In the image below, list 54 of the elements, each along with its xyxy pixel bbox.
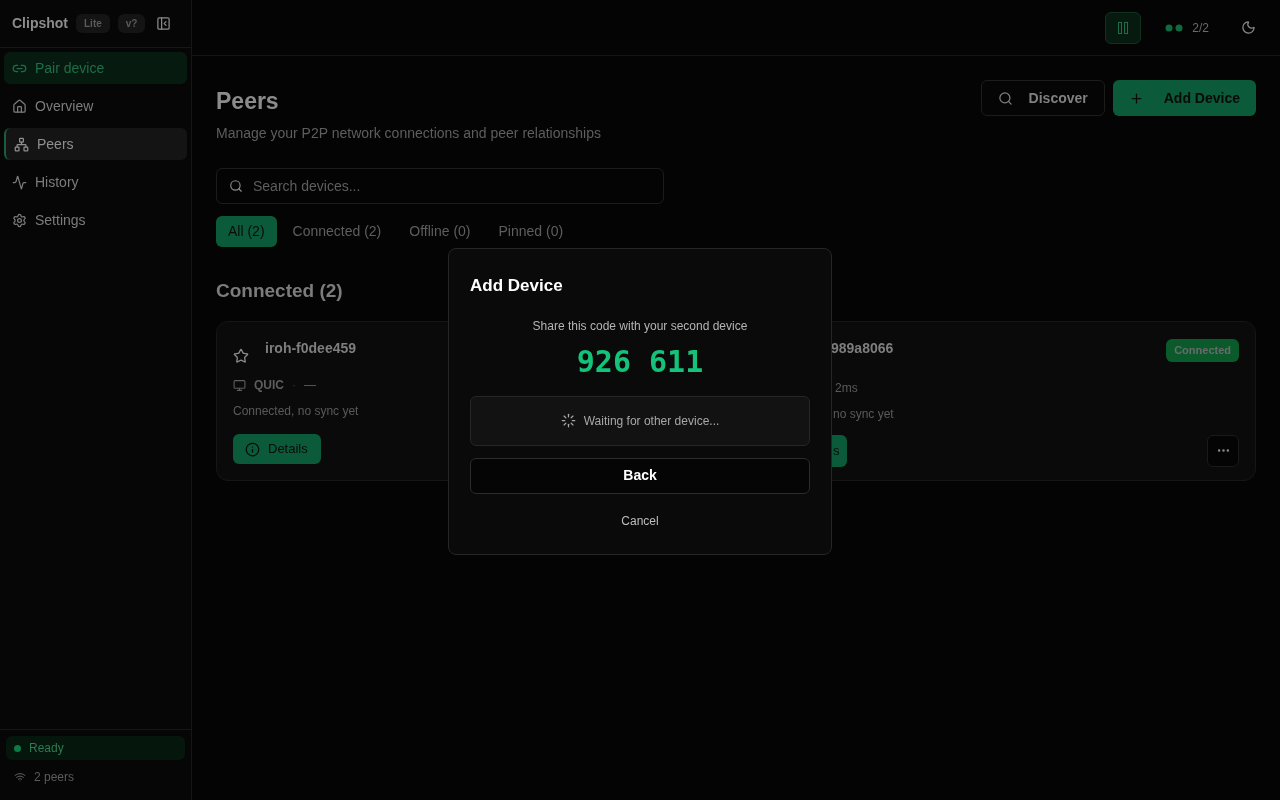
section-title: Connected (2): [216, 278, 343, 303]
nav-icon: [14, 136, 29, 152]
nav-item[interactable]: Overview: [4, 90, 187, 122]
latency-label: —: [304, 377, 316, 394]
transport-label: QUIC: [254, 377, 284, 394]
peer-status-count: 2/2: [1192, 19, 1209, 37]
pin-star-icon[interactable]: [233, 348, 249, 364]
plus-icon: [1128, 90, 1144, 106]
version-badge: v?: [117, 14, 146, 33]
app-name: Clipshot: [12, 14, 68, 33]
pairing-code: 926 611: [576, 342, 704, 381]
peer-name: 989a8066: [830, 339, 894, 358]
connected-badge: Connected: [1166, 339, 1239, 362]
cancel-button[interactable]: Cancel: [621, 511, 659, 530]
nav-icon: [12, 98, 27, 114]
page-subtitle: Manage your P2P network connections and peer relationships: [216, 123, 601, 143]
add-device-button[interactable]: Add Device: [1112, 80, 1256, 116]
info-icon: [245, 441, 260, 457]
nav-item[interactable]: Pair device: [4, 52, 187, 84]
search-icon: [997, 90, 1013, 106]
filter-tab[interactable]: Offline (0): [397, 215, 483, 247]
collapse-sidebar-icon[interactable]: [156, 16, 171, 31]
dialog-title: Add Device: [470, 275, 564, 297]
monitor-icon: [233, 378, 246, 392]
details-button[interactable]: Details: [233, 434, 321, 464]
nav-icon: [12, 174, 27, 190]
nav-item[interactable]: Settings: [4, 204, 187, 236]
status-pill: Ready: [6, 736, 185, 760]
search-icon: [229, 178, 243, 193]
separator-dot: ·: [292, 377, 296, 394]
peer-dots-icon: [1165, 23, 1185, 32]
discover-button[interactable]: Discover: [980, 80, 1105, 116]
pause-icon: [1118, 21, 1129, 34]
nav-item[interactable]: Peers: [4, 128, 187, 160]
wifi-icon: [14, 771, 26, 783]
filter-tab[interactable]: All (2): [216, 215, 277, 247]
spinner-icon: [560, 413, 576, 428]
latency-label: 2ms: [834, 379, 859, 397]
search-field[interactable]: Search devices...: [216, 167, 664, 204]
dialog-hint: Share this code with your second device: [531, 317, 749, 335]
waiting-panel: Waiting for other device...: [470, 395, 810, 446]
peer-name: iroh-f0dee459: [265, 339, 357, 358]
theme-toggle-icon[interactable]: [1241, 20, 1256, 35]
peer-count: 2 peers: [34, 769, 75, 786]
version-badge: Lite: [76, 14, 110, 33]
nav-item[interactable]: History: [4, 166, 187, 198]
filter-tab[interactable]: Connected (2): [280, 215, 394, 247]
page-title: Peers: [216, 87, 280, 116]
pause-button[interactable]: [1105, 11, 1142, 44]
filter-tab[interactable]: Pinned (0): [486, 215, 576, 247]
nav-icon: [12, 212, 27, 228]
sync-status: Connected, no sync yet: [233, 403, 360, 420]
sync-status: no sync yet: [832, 405, 895, 423]
back-button[interactable]: Back: [470, 457, 810, 494]
